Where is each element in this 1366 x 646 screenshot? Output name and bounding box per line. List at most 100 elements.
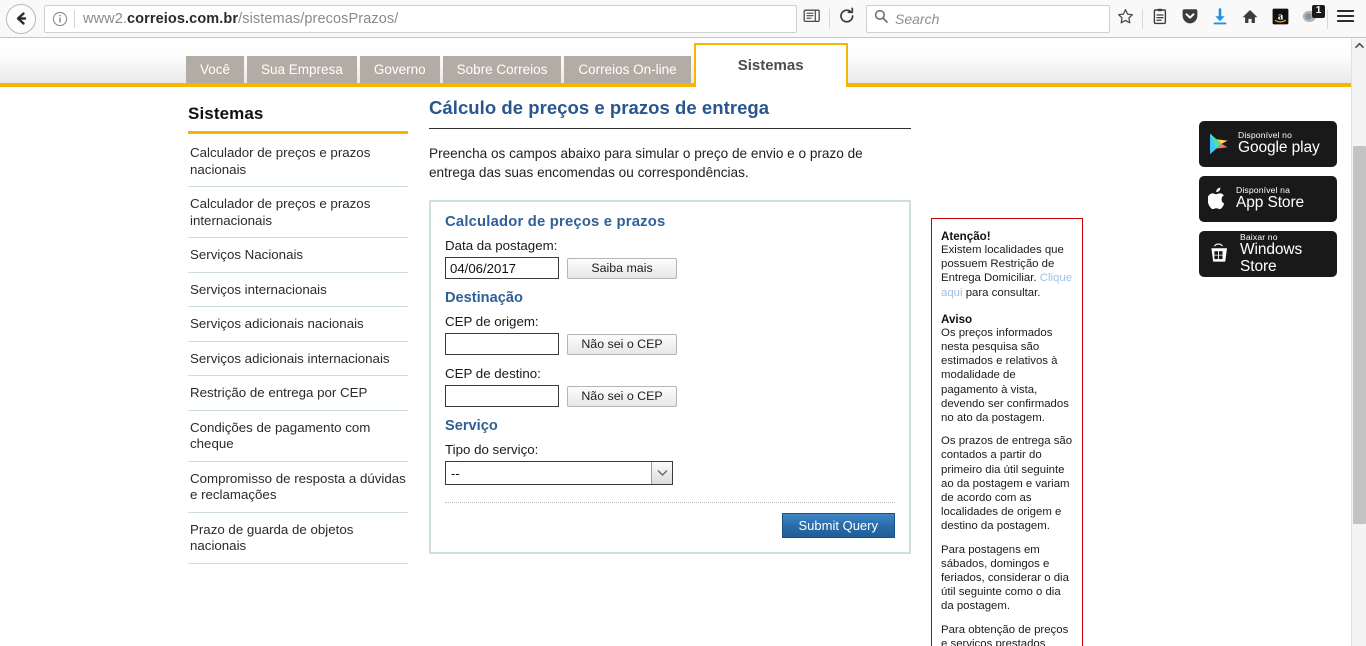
windows-store-icon [1208,242,1232,266]
submit-row: Submit Query [445,513,895,538]
postage-date-input[interactable] [445,257,559,279]
app-store-text: Disponível na App Store [1236,186,1304,211]
cep-dest-help-button[interactable]: Não sei o CEP [567,385,677,407]
cep-dest-label: CEP de destino: [445,366,541,381]
scrollbar-thumb[interactable] [1353,146,1366,524]
attention-heading: Atenção! [941,230,991,243]
google-play-badge[interactable]: Disponível no Google play [1199,121,1337,167]
calculator-panel: Calculador de preços e prazos Data da po… [429,200,911,554]
sidebar-item-9[interactable]: Prazo de guarda de objetos nacionais [188,513,408,564]
notice-panel: Atenção! Existem localidades que possuem… [931,218,1083,646]
windows-store-badge[interactable]: Baixar no Windows Store [1199,231,1337,277]
star-bookmark-button[interactable] [1110,4,1140,34]
site-tab-0[interactable]: Você [186,56,245,83]
info-icon[interactable] [51,10,69,28]
browser-toolbar: www2.correios.com.br/sistemas/precosPraz… [0,0,1366,38]
site-tab-3[interactable]: Sobre Correios [442,56,562,83]
url-text: www2.correios.com.br/sistemas/precosPraz… [83,10,399,27]
sidebar-item-7[interactable]: Condições de pagamento com cheque [188,411,408,462]
app-store-big: App Store [1236,194,1305,212]
star-bookmark-icon [1117,8,1134,30]
toolbar-divider-2 [1142,8,1143,29]
url-bar[interactable]: www2.correios.com.br/sistemas/precosPraz… [44,4,797,33]
aviso-paragraph-1: Os preços informados nesta pesquisa são … [941,326,1069,425]
downloads-button[interactable] [1205,4,1235,34]
site-tab-1[interactable]: Sua Empresa [247,56,357,83]
search-icon [874,9,888,28]
aviso-paragraph-2: Os prazos de entrega são contados a part… [941,435,1073,533]
aviso-heading: Aviso [941,312,973,326]
sidebar-item-8[interactable]: Compromisso de resposta a dúvidas e recl… [188,462,408,513]
cep-origin-help-button[interactable]: Não sei o CEP [567,333,677,355]
pocket-icon [1181,8,1199,30]
cep-destination-input[interactable] [445,385,559,407]
page-scrollbar[interactable] [1351,38,1366,646]
library-button[interactable] [1145,4,1175,34]
content-area: Sistemas Calculador de preços e prazos n… [0,87,1351,646]
search-bar[interactable]: Search [866,4,1110,33]
service-type-label: Tipo do serviço: [445,442,539,457]
apple-icon [1208,187,1228,211]
app-store-badges: Disponível no Google play Disponível na … [1199,121,1337,286]
toolbar-divider [829,8,830,29]
cep-origin-row: Não sei o CEP [445,333,895,355]
page-viewport: Você Sua Empresa Governo Sobre Correios Corr… [0,38,1366,646]
date-label: Data da postagem: [445,238,558,253]
cep-origin-label: CEP de origem: [445,314,539,329]
panel-divider [445,502,895,503]
site-header: Você Sua Empresa Governo Sobre Correios Corr… [0,38,1351,87]
service-heading: Serviço [445,418,498,434]
submit-query-button[interactable]: Submit Query [781,513,895,538]
search-input[interactable]: Search [895,11,939,27]
downloads-icon [1212,7,1228,30]
sidebar-item-0[interactable]: Calculador de preços e prazos nacionais [188,136,408,187]
site-tab-2[interactable]: Governo [359,56,440,83]
home-icon [1241,8,1259,30]
google-play-text: Disponível no Google play [1238,131,1320,156]
reload-button[interactable] [832,4,862,34]
attention-text: Existem localidades que possuem Restriçã… [941,243,1073,300]
cep-origin-input[interactable] [445,333,559,355]
service-type-select[interactable]: -- [445,461,673,485]
windows-store-text: Baixar no Windows Store [1240,233,1328,275]
pocket-button[interactable] [1175,4,1205,34]
sidebar-item-2[interactable]: Serviços Nacionais [188,238,408,273]
toolbar-divider-3 [1327,8,1328,29]
main-column: Cálculo de preços e prazos de entrega Pr… [429,97,911,554]
scroll-up-arrow-icon[interactable] [1352,38,1366,53]
svg-text:a: a [1277,10,1283,22]
site-tab-5[interactable]: Sistemas [693,43,848,87]
page-title: Cálculo de preços e prazos de entrega [429,97,770,118]
cep-dest-row: Não sei o CEP [445,385,895,407]
page-content: Você Sua Empresa Governo Sobre Correios Corr… [0,38,1351,646]
windows-store-big: Windows Store [1240,241,1303,275]
sidebar-item-5[interactable]: Serviços adicionais internacionais [188,342,408,376]
panel-heading: Calculador de preços e prazos [445,214,666,230]
site-nav-tabs: Você Sua Empresa Governo Sobre Correios Corr… [186,38,848,87]
amazon-button[interactable]: a [1265,4,1295,34]
site-tab-4[interactable]: Correios On-line [564,56,691,83]
saiba-mais-button[interactable]: Saiba mais [567,257,677,279]
google-play-big: Google play [1238,139,1320,157]
sidebar-item-6[interactable]: Restrição de entrega por CEP [188,376,408,411]
sidebar-item-1[interactable]: Calculador de preços e prazos internacio… [188,187,408,238]
aviso-paragraph-4: Para obtenção de preços e serviços prest… [941,623,1073,646]
back-arrow-icon [13,10,30,27]
google-play-icon [1208,132,1230,156]
amazon-icon: a [1272,8,1289,30]
reader-view-button[interactable] [797,4,827,34]
back-button[interactable] [6,3,36,34]
menu-button[interactable] [1330,4,1360,34]
sidebar-item-4[interactable]: Serviços adicionais nacionais [188,307,408,342]
sidebar: Sistemas Calculador de preços e prazos n… [188,104,408,564]
reader-view-icon [803,8,822,29]
destination-heading: Destinação [445,290,523,306]
sidebar-title: Sistemas [188,104,264,123]
addon-button[interactable]: 1 [1295,4,1325,34]
sidebar-items: Calculador de preços e prazos nacionais C… [188,136,408,564]
sidebar-item-3[interactable]: Serviços internacionais [188,273,408,307]
sidebar-rule [188,131,408,134]
home-button[interactable] [1235,4,1265,34]
library-icon [1152,8,1168,30]
app-store-badge[interactable]: Disponível na App Store [1199,176,1337,222]
